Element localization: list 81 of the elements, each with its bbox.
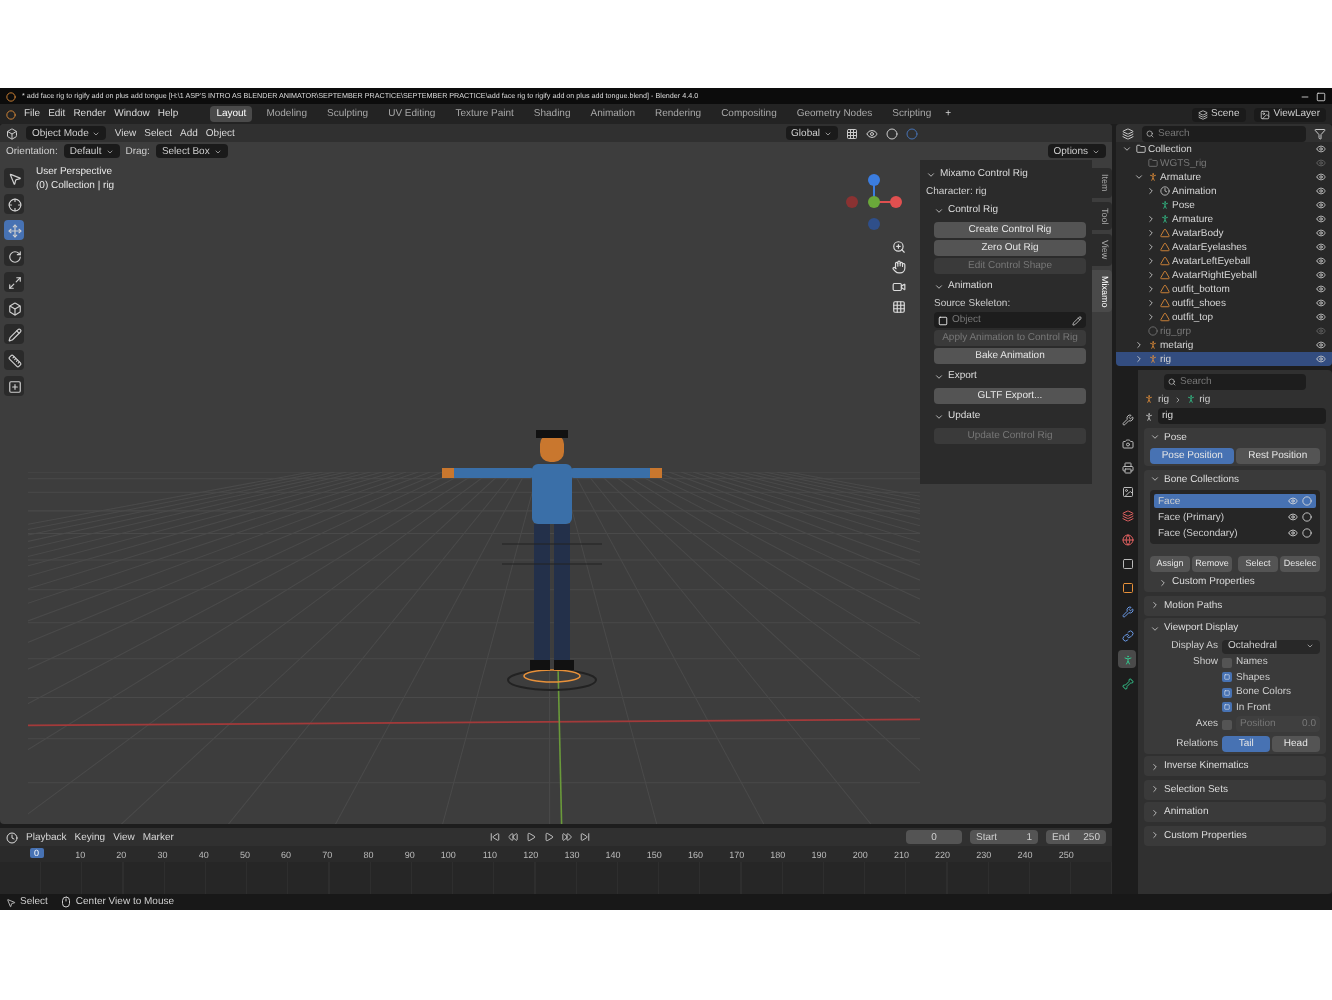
collection-icon [1136, 144, 1146, 154]
hand-icon[interactable] [892, 260, 906, 274]
wrench-icon [1121, 605, 1133, 617]
image-icon [1259, 109, 1270, 119]
camera-icon [1121, 437, 1133, 449]
jump-end-icon[interactable] [579, 832, 590, 842]
properties-tab[interactable] [1118, 650, 1136, 668]
camera-icon[interactable] [892, 280, 906, 294]
properties-tab[interactable] [1118, 674, 1136, 692]
properties-tab[interactable] [1118, 626, 1136, 644]
editor-type-icon[interactable] [6, 831, 18, 843]
globe-icon [1121, 533, 1133, 545]
editor-type-icon[interactable] [6, 127, 18, 139]
collection-icon [1148, 158, 1158, 168]
checkbox[interactable] [1222, 719, 1232, 729]
properties-tab[interactable] [1118, 410, 1136, 428]
play-icon[interactable] [543, 832, 554, 842]
object-icon [1121, 581, 1133, 593]
mouse-middle-icon [59, 896, 72, 908]
editor-type-icon[interactable] [1122, 127, 1134, 139]
wrench-icon [1121, 413, 1133, 425]
image-icon [1121, 485, 1133, 497]
empty-icon [1148, 326, 1158, 336]
properties-tab[interactable] [1118, 530, 1136, 548]
grid-icon[interactable] [892, 300, 906, 314]
properties-tab[interactable] [1118, 434, 1136, 452]
jump-start-icon[interactable] [489, 832, 500, 842]
maximize-icon[interactable] [1316, 91, 1326, 101]
properties-tab[interactable] [1118, 602, 1136, 620]
tool-button[interactable] [4, 376, 24, 396]
armature-icon [1148, 172, 1158, 182]
filter-icon[interactable] [1314, 127, 1326, 139]
bone-icon [1121, 677, 1133, 689]
previous-key-icon[interactable] [507, 832, 518, 842]
tool-button[interactable] [4, 350, 24, 370]
link-icon [1121, 629, 1133, 641]
tool-button[interactable] [4, 272, 24, 292]
armature-data-icon [1144, 411, 1154, 421]
snap-icon[interactable] [846, 127, 858, 139]
cube-icon [7, 301, 21, 315]
armature-data-icon [1185, 394, 1196, 404]
tool-button[interactable] [4, 194, 24, 214]
properties-tab[interactable] [1118, 578, 1136, 596]
collection-icon [1121, 557, 1133, 569]
axis-gizmo-icon[interactable] [844, 172, 904, 232]
tool-button[interactable] [4, 246, 24, 266]
properties-tab[interactable] [1118, 554, 1136, 572]
armature-data-icon [1121, 653, 1133, 665]
properties-tab[interactable] [1118, 482, 1136, 500]
action-icon [1160, 186, 1170, 196]
rotate-icon [7, 249, 21, 263]
properties-tab[interactable] [1118, 458, 1136, 476]
tool-button[interactable] [4, 168, 24, 188]
object-icon [938, 315, 948, 325]
visibility-icon[interactable] [866, 127, 878, 139]
properties-tab[interactable] [1118, 506, 1136, 524]
tool-button[interactable] [4, 324, 24, 344]
scale-icon [7, 275, 21, 289]
pose-icon [1160, 200, 1170, 210]
add-cube-icon [7, 379, 21, 393]
search-icon [1146, 129, 1154, 137]
minimize-icon[interactable] [1300, 91, 1310, 101]
zoom-icon[interactable] [892, 240, 906, 254]
scene-icon [1197, 109, 1208, 119]
armature-icon [1148, 354, 1158, 364]
ruler-icon [7, 353, 21, 367]
armature-icon [1144, 394, 1154, 404]
scene-icon [1121, 509, 1133, 521]
search-icon [1168, 378, 1176, 386]
pointer-icon [7, 171, 21, 185]
move-icon [7, 223, 21, 237]
printer-icon [1121, 461, 1133, 473]
tool-button[interactable] [4, 220, 24, 240]
next-key-icon[interactable] [561, 832, 572, 842]
checkbox[interactable] [1222, 657, 1232, 667]
crosshair-icon [7, 197, 21, 211]
pencil-icon [7, 327, 21, 341]
eyedropper-icon [1072, 315, 1082, 325]
armature-icon [1148, 340, 1158, 350]
tool-button[interactable] [4, 298, 24, 318]
armature-data-icon [1160, 214, 1170, 224]
